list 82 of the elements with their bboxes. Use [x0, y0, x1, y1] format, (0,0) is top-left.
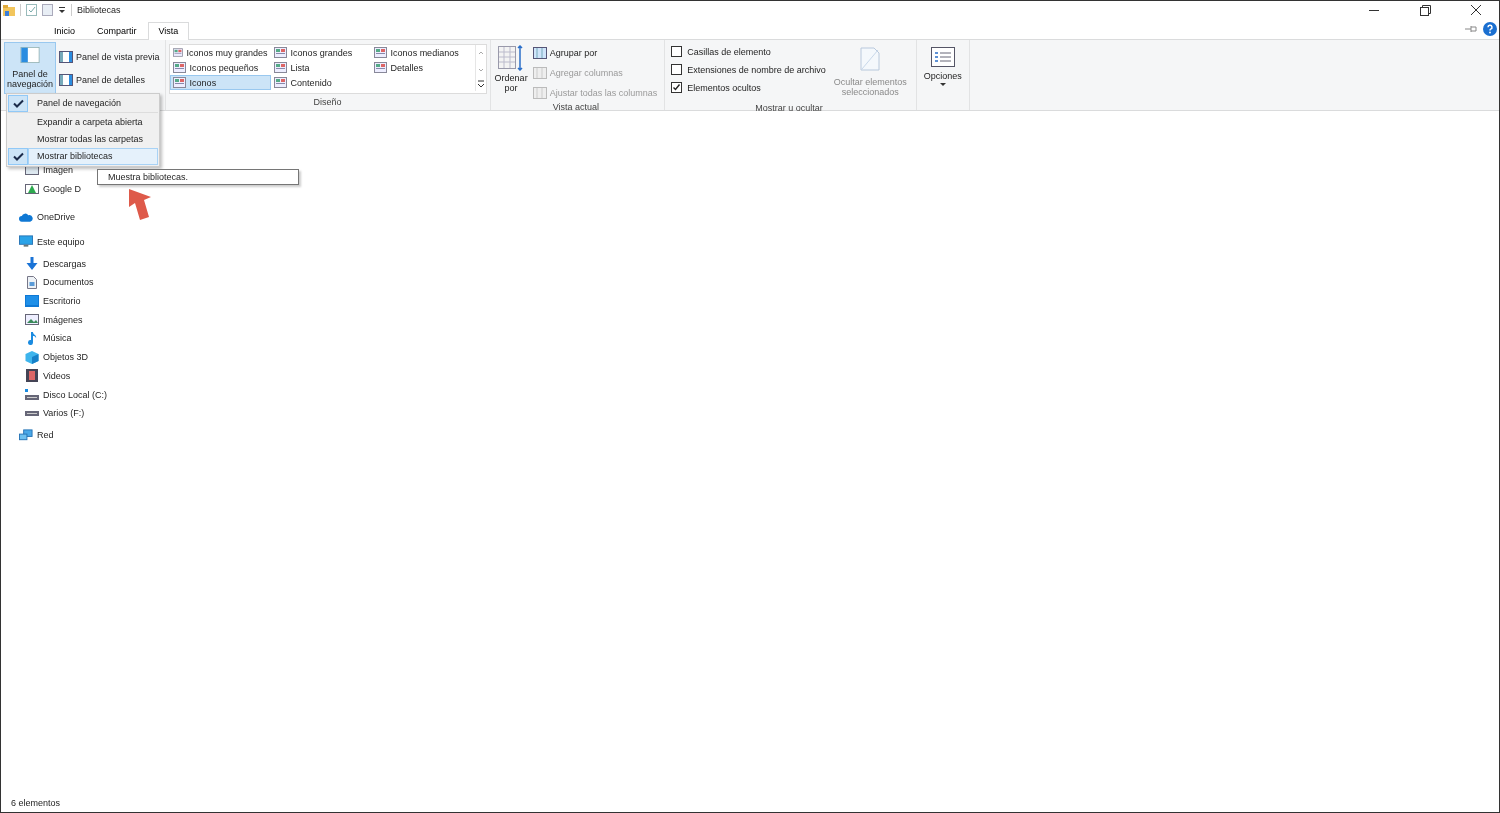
- desktop-icon: [25, 295, 39, 308]
- layout-icon: [273, 77, 287, 88]
- view-button[interactable]: Agrupar por: [531, 44, 659, 61]
- download-icon: [25, 257, 39, 271]
- layout-icon: [373, 62, 387, 73]
- nav-item[interactable]: Escritorio: [43, 296, 81, 307]
- film-icon: [25, 369, 39, 383]
- nav-item[interactable]: Imágenes: [43, 314, 83, 325]
- checkbox[interactable]: [671, 46, 683, 57]
- layout-option[interactable]: Lista: [270, 60, 371, 75]
- layout-icon: [172, 47, 183, 58]
- nav-item[interactable]: Música: [43, 333, 72, 344]
- sort-icon: [498, 45, 525, 71]
- nav-item[interactable]: Imágen: [43, 165, 74, 176]
- layout-option[interactable]: Iconos: [169, 75, 271, 90]
- group-label: Mostrar u ocultar: [754, 102, 824, 114]
- checkbox[interactable]: [671, 82, 683, 93]
- layout-option[interactable]: Contenido: [270, 75, 371, 90]
- nav-item[interactable]: Descargas: [43, 258, 87, 269]
- help-icon[interactable]: [1483, 22, 1497, 36]
- window-title: Bibliotecas: [77, 5, 121, 15]
- pane-icon: [59, 50, 74, 63]
- layout-option[interactable]: Detalles: [370, 60, 471, 75]
- drive-icon: [25, 409, 39, 418]
- nav-item[interactable]: Disco Local (C:): [43, 389, 107, 400]
- layout-icon: [273, 62, 287, 73]
- pane-button[interactable]: Panel de vista previa: [58, 48, 161, 65]
- nav-item[interactable]: Documentos: [43, 277, 94, 288]
- checkbox-label: Elementos ocultos: [687, 82, 761, 93]
- pictures-icon: [25, 314, 39, 326]
- nav-item[interactable]: Varios (F:): [43, 408, 85, 419]
- layout-icon: [172, 77, 186, 88]
- sort-by-button[interactable]: Ordenar por: [493, 42, 529, 101]
- document-icon: [25, 275, 39, 289]
- layout-icon: [172, 62, 186, 73]
- navigation-pane-button[interactable]: Panel de navegación: [4, 42, 57, 94]
- cube-icon: [25, 350, 39, 364]
- group-label: Diseño: [312, 96, 343, 109]
- nav-item[interactable]: Videos: [43, 370, 71, 381]
- menu-item[interactable]: Mostrar bibliotecas: [28, 148, 158, 165]
- caret-icon: [939, 83, 946, 87]
- pane-button[interactable]: Panel de detalles: [58, 71, 161, 88]
- columns-icon: [532, 46, 547, 59]
- checkbox[interactable]: [671, 64, 683, 75]
- gallery-scroll-icon[interactable]: [474, 45, 486, 91]
- monitor-icon: [19, 235, 33, 249]
- pane-icon: [59, 73, 74, 86]
- page-icon: [860, 47, 881, 71]
- layout-option[interactable]: Iconos grandes: [270, 45, 371, 60]
- group-label: Vista actual: [551, 101, 601, 113]
- layout-icon: [373, 47, 387, 58]
- menu-item[interactable]: Mostrar todas las carpetas: [28, 131, 158, 148]
- checkbox-label: Extensiones de nombre de archivo: [687, 64, 826, 75]
- options-button[interactable]: Opciones: [920, 42, 965, 92]
- layout-option[interactable]: Iconos medianos: [370, 45, 471, 60]
- layout-option[interactable]: Iconos pequeños: [169, 60, 271, 75]
- check-icon: [12, 152, 24, 161]
- columns-icon: [532, 86, 547, 99]
- ribbon-tab[interactable]: Compartir: [86, 22, 148, 40]
- drive-icon: [25, 388, 39, 401]
- checkbox-label: Casillas de elemento: [687, 46, 771, 57]
- list-icon: [930, 47, 955, 67]
- ribbon-tab[interactable]: Inicio: [43, 22, 86, 40]
- columns-icon: [532, 66, 547, 79]
- item-count: 6 elementos: [11, 798, 61, 808]
- nav-item[interactable]: Objetos 3D: [43, 352, 89, 363]
- network-icon: [19, 428, 33, 442]
- menu-item[interactable]: Panel de navegación: [28, 95, 158, 112]
- nav-item[interactable]: Este equipo: [37, 236, 85, 247]
- nav-item[interactable]: Google D: [43, 184, 82, 195]
- navigation-pane-icon: [17, 47, 43, 63]
- dropdown-icon[interactable]: [58, 6, 66, 14]
- menu-item[interactable]: Expandir a carpeta abierta: [28, 114, 158, 131]
- check-icon: [12, 99, 24, 108]
- cloud-icon: [19, 211, 33, 222]
- layout-icon: [273, 47, 287, 58]
- layout-option[interactable]: Iconos muy grandes: [169, 45, 271, 60]
- nav-item[interactable]: Red: [37, 430, 54, 441]
- ribbon-tab[interactable]: Vista: [147, 22, 190, 40]
- tooltip: Muestra bibliotecas.: [97, 169, 299, 185]
- music-note-icon: [25, 331, 39, 345]
- nav-item[interactable]: OneDrive: [37, 211, 75, 222]
